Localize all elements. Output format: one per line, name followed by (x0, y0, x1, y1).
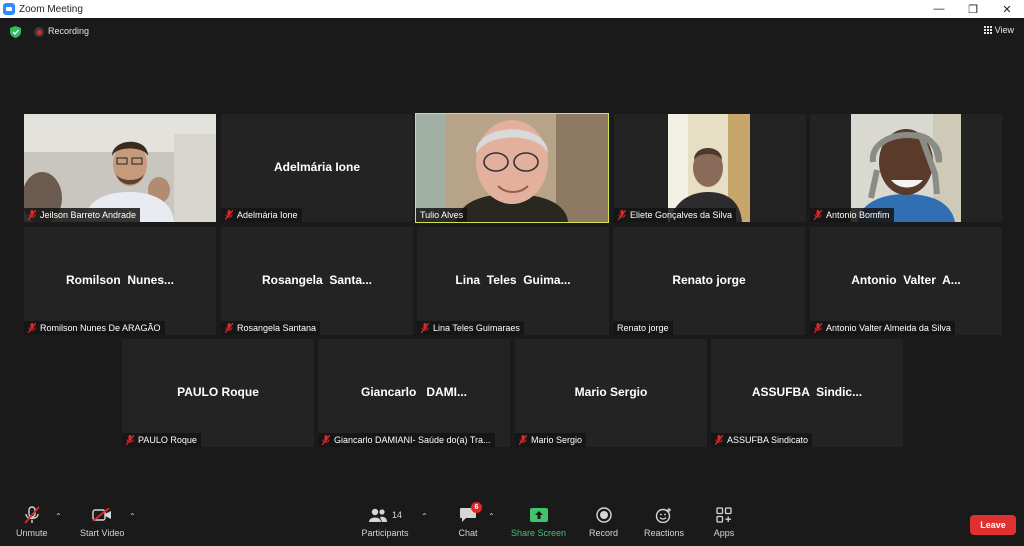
participant-name-label: Rosangela Santana (221, 321, 321, 335)
window-title: Zoom Meeting (19, 3, 83, 15)
meeting-topbar: Recording View (0, 18, 1024, 46)
mic-muted-icon (618, 210, 626, 220)
participant-tile[interactable]: Giancarlo DAMI... Giancarlo DAMIANI- Saú… (318, 339, 510, 447)
mic-muted-icon (814, 323, 822, 333)
close-window-button[interactable]: ✕ (990, 0, 1024, 18)
mic-muted-icon (322, 435, 330, 445)
participant-name-label: ASSUFBA Sindicato (711, 433, 813, 447)
grid-icon (983, 26, 992, 34)
participants-count: 14 (391, 510, 402, 520)
window-controls: — ❐ ✕ (922, 0, 1024, 18)
participant-tile[interactable]: Lina Teles Guima... Lina Teles Guimaraes (417, 227, 609, 335)
record-button[interactable]: Record (589, 506, 618, 538)
participant-display-name: Antonio Valter A... (851, 273, 961, 287)
participant-video (24, 114, 216, 222)
participant-tile[interactable]: Renato jorge Renato jorge (613, 227, 805, 335)
mic-muted-icon (421, 323, 429, 333)
participants-icon (368, 508, 387, 522)
apps-button[interactable]: Apps (713, 506, 735, 538)
participant-display-name: Rosangela Santa... (261, 273, 373, 287)
participant-name-label: PAULO Roque (122, 433, 201, 447)
participant-name-label: Adelmária Ione (221, 208, 302, 222)
microphone-muted-icon (24, 506, 40, 524)
apps-icon (716, 507, 732, 523)
participant-tile[interactable]: ASSUFBA Sindic... ASSUFBA Sindicato (711, 339, 903, 447)
participant-display-name: Lina Teles Guima... (455, 273, 571, 287)
participant-tile[interactable]: Adelmária Ione Adelmária Ione (221, 114, 413, 222)
participant-name-label: Jeilson Barreto Andrade (24, 208, 141, 222)
participant-display-name: Giancarlo DAMI... (360, 385, 468, 399)
participant-video (668, 114, 750, 222)
chat-options-caret-icon[interactable]: ⌃ (488, 512, 495, 521)
reactions-smiley-icon (655, 508, 672, 523)
zoom-app-icon (3, 3, 15, 15)
participant-tile[interactable]: Rosangela Santa... Rosangela Santana (221, 227, 413, 335)
participant-video (851, 114, 961, 222)
participant-name-label: Renato jorge (613, 321, 673, 335)
mic-muted-icon (28, 323, 36, 333)
shield-icon[interactable] (10, 26, 21, 38)
participant-display-name: Adelmária Ione (273, 160, 361, 174)
mic-muted-icon (814, 210, 822, 220)
start-video-button[interactable]: Start Video (80, 506, 124, 538)
recording-label[interactable]: Recording (48, 26, 89, 36)
unmute-button[interactable]: Unmute (16, 506, 48, 538)
participant-display-name: ASSUFBA Sindic... (751, 385, 863, 399)
chat-unread-badge: 6 (471, 502, 482, 513)
participant-tile[interactable]: Mario Sergio Mario Sergio (515, 339, 707, 447)
leave-button[interactable]: Leave (970, 515, 1016, 535)
participant-name-label: Romilson Nunes De ARAGÃO (24, 321, 165, 335)
share-screen-button[interactable]: Share Screen (511, 506, 566, 538)
window-titlebar: Zoom Meeting — ❐ ✕ (0, 0, 1024, 18)
participant-tile[interactable]: Romilson Nunes... Romilson Nunes De ARAG… (24, 227, 216, 335)
mic-muted-icon (225, 323, 233, 333)
participant-display-name: Mario Sergio (574, 385, 648, 399)
participant-display-name: Romilson Nunes... (65, 273, 174, 287)
participant-tile[interactable]: Jeilson Barreto Andrade (24, 114, 216, 222)
view-label: View (994, 25, 1014, 35)
participant-name-label: Tulio Alves (416, 208, 468, 222)
video-camera-off-icon (92, 508, 112, 522)
video-options-caret-icon[interactable]: ⌃ (129, 512, 136, 521)
participant-tile[interactable]: Eliete Gonçalves da Silva (614, 114, 806, 222)
participant-display-name: Renato jorge (672, 273, 746, 287)
participants-options-caret-icon[interactable]: ⌃ (421, 512, 428, 521)
participant-name-label: Eliete Gonçalves da Silva (614, 208, 737, 222)
participant-name-label: Lina Teles Guimaraes (417, 321, 524, 335)
participant-name-label: Antonio Valter Almeida da Silva (810, 321, 955, 335)
mic-muted-icon (28, 210, 36, 220)
restore-button[interactable]: ❐ (956, 0, 990, 18)
participant-name-label: Mario Sergio (515, 433, 587, 447)
recording-icon (34, 27, 44, 37)
participant-name-label: Giancarlo DAMIANI- Saúde do(a) Tra... (318, 433, 495, 447)
mic-muted-icon (126, 435, 134, 445)
view-button[interactable]: View (983, 25, 1014, 35)
record-icon (595, 507, 612, 523)
mic-muted-icon (225, 210, 233, 220)
participant-tile[interactable]: Antonio Bomfim (810, 114, 1002, 222)
reactions-button[interactable]: Reactions (644, 506, 684, 538)
participant-video (416, 114, 608, 222)
chat-button[interactable]: 6 Chat (457, 502, 482, 538)
participant-tile-active-speaker[interactable]: Tulio Alves (415, 113, 609, 223)
mic-muted-icon (715, 435, 723, 445)
participant-tile[interactable]: PAULO Roque PAULO Roque (122, 339, 314, 447)
mic-muted-icon (519, 435, 527, 445)
participant-tile[interactable]: Antonio Valter A... Antonio Valter Almei… (810, 227, 1002, 335)
participant-name-label: Antonio Bomfim (810, 208, 894, 222)
meeting-toolbar: Unmute ⌃ Start Video ⌃ 14 Participants ⌃… (0, 500, 1024, 546)
minimize-button[interactable]: — (922, 0, 956, 18)
participants-button[interactable]: 14 Participants (361, 506, 409, 538)
audio-options-caret-icon[interactable]: ⌃ (55, 512, 62, 521)
participant-display-name: PAULO Roque (177, 385, 259, 399)
share-screen-icon (529, 508, 548, 522)
